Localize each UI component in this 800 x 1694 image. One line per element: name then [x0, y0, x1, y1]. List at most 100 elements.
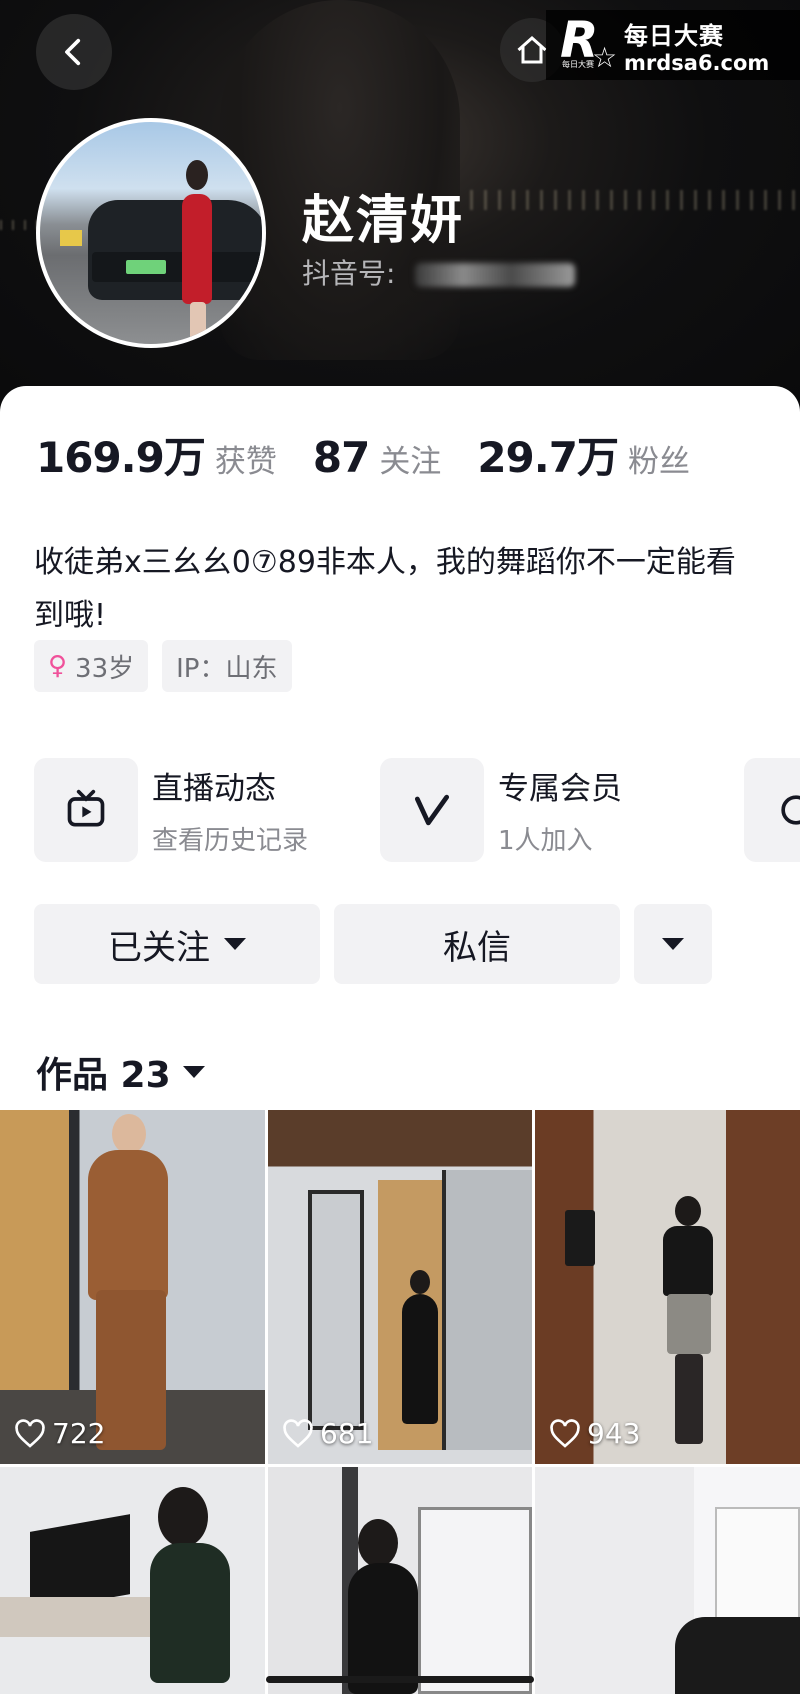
- message-button-label: 私信: [443, 927, 511, 968]
- feature-live-icon-box: [34, 758, 138, 862]
- message-button[interactable]: 私信: [334, 904, 620, 984]
- back-button[interactable]: [36, 14, 112, 90]
- watermark-logo-sub: 每日大赛: [562, 60, 594, 69]
- profile-nickname: 赵清妍: [302, 191, 465, 251]
- profile-actions: 已关注 私信: [34, 904, 712, 984]
- stat-likes-value: 169.9万: [36, 433, 206, 482]
- douyin-id-redacted: [415, 263, 576, 287]
- caret-down-icon: [182, 1066, 205, 1078]
- thumb-head: [112, 1114, 146, 1154]
- home-indicator[interactable]: [266, 1676, 534, 1683]
- stat-likes-label: 获赞: [214, 444, 277, 480]
- like-count: 681: [282, 1417, 373, 1450]
- stat-fans[interactable]: 29.7万 粉丝: [477, 424, 690, 485]
- watermark-logo: R ☆ 每日大赛: [558, 11, 618, 75]
- avatar-car: [88, 200, 262, 300]
- caret-down-icon: [224, 938, 246, 950]
- watermark-title: 每日大赛: [624, 21, 724, 50]
- feature-membership[interactable]: 专属会员 1人加入: [380, 758, 622, 862]
- following-button[interactable]: 已关注: [34, 904, 320, 984]
- thumb-skirt: [667, 1294, 711, 1354]
- thumb-person: [663, 1226, 713, 1296]
- thumb-whiteboard: [715, 1507, 800, 1627]
- feature-more-icon-box: [744, 758, 800, 862]
- stat-following-value: 87: [312, 433, 370, 482]
- like-count-value: 943: [587, 1417, 641, 1450]
- stat-likes[interactable]: 169.9万 获赞: [36, 424, 277, 485]
- thumb-legs: [675, 1354, 703, 1444]
- video-thumbnail[interactable]: [268, 1467, 532, 1694]
- stat-fans-label: 粉丝: [627, 444, 690, 480]
- profile-bio: 收徒弟x三幺幺0⑦89非本人，我的舞蹈你不一定能看到哦!: [34, 545, 736, 633]
- douyin-id: 抖音号:: [302, 252, 576, 292]
- thumb-whiteboard: [418, 1507, 532, 1694]
- avatar-car-front: [92, 252, 262, 282]
- profile-tags: ♀ 33岁 IP：山东: [34, 640, 306, 692]
- video-thumbnail[interactable]: [535, 1467, 800, 1694]
- like-count: 943: [549, 1417, 640, 1450]
- female-icon: ♀: [48, 651, 68, 681]
- thumb-glass-wall: [442, 1170, 532, 1450]
- thumb-person: [675, 1617, 800, 1694]
- cover-city-lights: [470, 190, 800, 210]
- feature-member-title: 专属会员: [498, 771, 622, 807]
- avatar-dress: [182, 194, 212, 304]
- age-tag-text: 33岁: [75, 653, 135, 684]
- video-thumbnail[interactable]: 722: [0, 1110, 265, 1464]
- thumb-person: [348, 1563, 418, 1694]
- heart-icon: [283, 1418, 313, 1448]
- ip-tag: IP：山东: [162, 640, 292, 692]
- works-tab[interactable]: 作品 23: [36, 1046, 205, 1098]
- thumb-glass-door: [308, 1190, 364, 1430]
- caret-down-icon: [662, 938, 684, 950]
- more-dropdown-button[interactable]: [634, 904, 712, 984]
- douyin-id-label: 抖音号:: [302, 257, 396, 290]
- feature-member-icon-box: [380, 758, 484, 862]
- stat-fans-value: 29.7万: [477, 433, 619, 482]
- like-count-value: 681: [320, 1417, 374, 1450]
- avatar-barrier: [60, 230, 82, 246]
- thumb-head: [158, 1487, 208, 1547]
- thumb-person: [88, 1150, 168, 1300]
- thumb-person: [402, 1294, 438, 1424]
- following-button-label: 已关注: [108, 927, 210, 968]
- age-tag: ♀ 33岁: [34, 640, 149, 692]
- works-tab-label: 作品 23: [36, 1055, 171, 1096]
- watermark-domain: mrdsa6.com: [624, 50, 770, 75]
- chat-icon: [781, 795, 800, 825]
- avatar-plate: [126, 260, 166, 274]
- feature-more-partial[interactable]: [744, 758, 800, 862]
- home-icon: [517, 35, 547, 64]
- feature-live-title: 直播动态: [152, 771, 276, 807]
- stat-following[interactable]: 87 关注: [313, 433, 441, 482]
- heart-icon: [15, 1418, 45, 1448]
- video-thumbnail[interactable]: 943: [535, 1110, 800, 1464]
- ip-tag-text: IP：山东: [176, 653, 278, 684]
- video-thumbnail[interactable]: [0, 1467, 265, 1694]
- avatar-head: [186, 160, 208, 190]
- like-count-value: 722: [52, 1417, 106, 1450]
- star-icon: ☆: [592, 41, 618, 74]
- tv-icon: [67, 789, 105, 827]
- profile-stats: 169.9万 获赞 87 关注 29.7万 粉丝: [36, 424, 726, 485]
- works-grid: 722 681 943: [0, 1110, 800, 1694]
- heart-icon: [550, 1418, 580, 1448]
- feature-live-history[interactable]: 直播动态 查看历史记录: [34, 758, 308, 862]
- feature-member-subtitle: 1人加入: [498, 826, 593, 856]
- site-watermark: R ☆ 每日大赛 每日大赛 mrdsa6.com: [546, 10, 800, 80]
- thumb-head: [675, 1196, 701, 1226]
- feature-live-subtitle: 查看历史记录: [152, 826, 309, 856]
- v-icon: [414, 794, 450, 826]
- thumb-wall-panel: [565, 1210, 595, 1266]
- thumb-person-legs: [96, 1290, 166, 1450]
- stat-following-label: 关注: [379, 444, 442, 480]
- feature-row: 直播动态 查看历史记录 专属会员 1人加入: [34, 758, 800, 864]
- avatar[interactable]: [36, 118, 266, 348]
- chevron-left-icon: [65, 38, 81, 66]
- video-thumbnail[interactable]: 681: [268, 1110, 532, 1464]
- avatar-legs: [190, 302, 206, 342]
- thumb-head: [410, 1270, 430, 1294]
- like-count: 722: [14, 1417, 105, 1450]
- thumb-head: [358, 1519, 398, 1567]
- thumb-person: [150, 1543, 230, 1683]
